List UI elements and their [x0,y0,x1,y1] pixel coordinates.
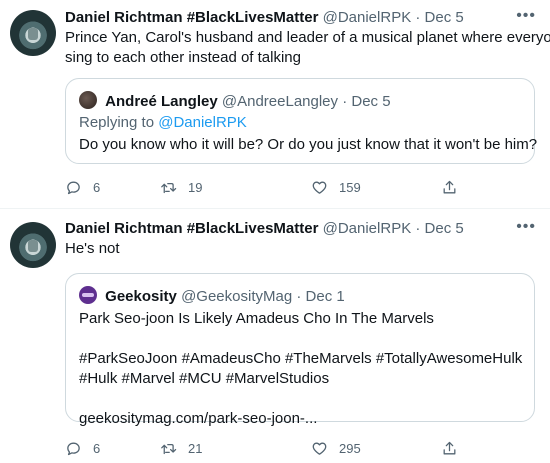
replying-to-label: Replying to [79,114,159,131]
tweet-date[interactable]: Dec 5 [425,220,464,237]
tweet-text-line: sing to each other instead of talking [65,49,301,66]
quoted-author-name: Geekosity [105,288,177,305]
tweet-date[interactable]: Dec 5 [425,9,464,26]
share-button[interactable] [441,177,458,197]
quoted-author-handle: @GeekosityMag [181,288,293,305]
hashtag-line: #Hulk #Marvel #MCU #MarvelStudios [79,370,330,387]
quoted-author-name: Andreé Langley [105,93,218,110]
more-options-icon[interactable]: ••• [516,8,536,24]
quoted-tweet-date: Dec 5 [351,93,391,110]
heart-icon [312,181,327,194]
tweet-actions: 6 19 159 [65,177,465,197]
quoted-avatar [79,91,97,109]
replying-to: Replying to @DanielRPK [79,113,247,133]
quoted-text-line: Do you know who it will be? Or do you ju… [79,136,538,153]
tweet[interactable]: Daniel Richtman #BlackLivesMatter @Danie… [0,209,550,463]
author-handle[interactable]: @DanielRPK [323,220,412,237]
retweet-count: 19 [188,179,203,195]
hashtag-line: #ParkSeoJoon #AmadeusCho #TheMarvels #To… [79,350,523,367]
separator: · [296,288,302,305]
reply-button[interactable]: 6 [65,177,100,197]
reply-count: 6 [93,440,101,456]
share-button[interactable] [441,438,458,458]
tweet-text: Prince Yan, Carol's husband and leader o… [65,28,550,68]
more-options-icon[interactable]: ••• [516,219,536,235]
retweet-button[interactable]: 19 [160,177,202,197]
retweet-count: 21 [188,440,203,456]
author-name[interactable]: Daniel Richtman #BlackLivesMatter [65,9,318,26]
author-handle[interactable]: @DanielRPK [323,9,412,26]
separator: · [415,220,421,237]
like-count: 159 [339,179,361,195]
separator: · [342,93,348,110]
quoted-avatar [79,286,97,304]
reply-count: 6 [93,179,101,195]
quoted-text-line: Park Seo-joon Is Likely Amadeus Cho In T… [79,310,434,327]
separator: · [415,9,421,26]
like-button[interactable]: 295 [311,438,361,458]
quoted-tweet[interactable]: Andreé Langley @AndreeLangley · Dec 5 Re… [65,78,538,164]
quoted-tweet[interactable]: Geekosity @GeekosityMag · Dec 1 Park Seo… [65,273,535,427]
retweet-button[interactable]: 21 [160,438,202,458]
tweet-text-line: He's not [65,240,120,257]
quoted-tweet-header: Andreé Langley @AndreeLangley · Dec 5 [79,91,524,112]
tweet-text-line: Prince Yan, Carol's husband and leader o… [65,29,550,46]
author-name[interactable]: Daniel Richtman #BlackLivesMatter [65,220,318,237]
reply-icon [67,181,80,194]
quoted-tweet-header: Geekosity @GeekosityMag · Dec 1 [79,286,524,307]
quoted-tweet-date: Dec 1 [305,288,345,305]
avatar[interactable] [10,10,56,56]
tweet-actions: 6 21 295 [65,438,465,458]
quoted-tweet-text: Do you know who it will be? Or do you ju… [79,135,538,155]
share-icon [443,180,456,193]
share-icon [443,441,456,454]
reply-button[interactable]: 6 [65,438,100,458]
tweet-header: Daniel Richtman #BlackLivesMatter @Danie… [65,8,536,28]
tweet-header: Daniel Richtman #BlackLivesMatter @Danie… [65,219,536,239]
reply-mention-link[interactable]: @DanielRPK [158,114,247,131]
like-button[interactable]: 159 [311,177,361,197]
retweet-icon [161,182,177,193]
quoted-tweet-text: Park Seo-joon Is Likely Amadeus Cho In T… [79,309,524,429]
retweet-icon [161,443,177,454]
tweet[interactable]: Daniel Richtman #BlackLivesMatter @Danie… [0,0,550,209]
tweet-text: He's not [65,239,536,259]
quoted-link[interactable]: geekositymag.com/park-seo-joon-... [79,409,524,429]
reply-icon [67,442,80,455]
quoted-author-handle: @AndreeLangley [221,93,339,110]
avatar[interactable] [10,222,56,268]
heart-icon [312,442,327,455]
like-count: 295 [339,440,361,456]
